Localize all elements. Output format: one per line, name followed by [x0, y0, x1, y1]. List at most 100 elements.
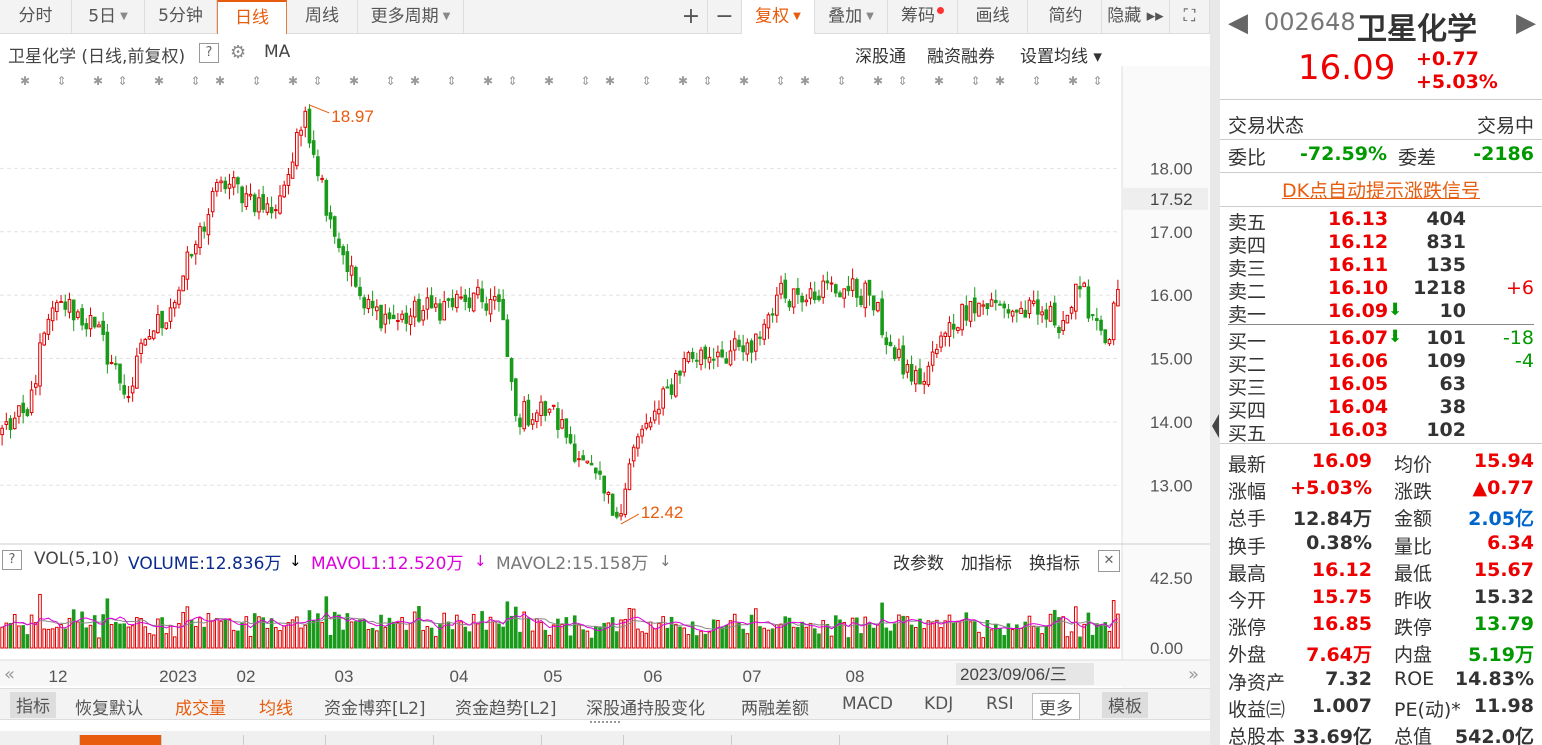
candle-body: [84, 323, 89, 330]
volume-bar: [1002, 635, 1007, 649]
chips-button[interactable]: 筹码: [888, 0, 958, 34]
period-tab-5[interactable]: 更多周期 ▼: [358, 0, 464, 34]
order-book-row[interactable]: 卖五 16.13 404: [1228, 208, 1534, 234]
draw-line-button[interactable]: 画线: [958, 0, 1028, 34]
order-book-row[interactable]: 买三 16.05 63: [1228, 373, 1534, 399]
resize-grip[interactable]: [590, 721, 620, 729]
volume-bar: [147, 633, 152, 649]
candle-body: [341, 246, 345, 256]
candle-body: [682, 358, 687, 373]
gear-icon[interactable]: ⚙: [230, 42, 246, 63]
indicator-tab-4[interactable]: 资金博弈[L2]: [324, 694, 426, 719]
indicator-tab-3[interactable]: 均线: [259, 694, 293, 719]
candle-body: [753, 333, 758, 352]
candle-body: [509, 358, 514, 383]
shenguotong-link[interactable]: 深股通: [855, 42, 906, 67]
order-book-row[interactable]: 买二 16.06 109 -4: [1228, 350, 1534, 376]
dk-signal-link[interactable]: DK点自动提示涨跌信号: [1220, 176, 1542, 203]
volume-help-icon[interactable]: ?: [2, 550, 22, 570]
order-book-row[interactable]: 买五 16.03 102: [1228, 419, 1534, 445]
indicator-tab-9[interactable]: KDJ: [924, 694, 953, 714]
info-tab[interactable]: [434, 735, 542, 745]
indicator-tab-1[interactable]: 恢复默认: [75, 694, 143, 719]
order-book-row[interactable]: 卖三 16.11 135: [1228, 254, 1534, 280]
period-tab-1[interactable]: 5日 ▼: [72, 0, 145, 34]
stat-label: 均价: [1394, 454, 1433, 476]
order-book-row[interactable]: 买四 16.04 38: [1228, 396, 1534, 422]
indicator-tab-0[interactable]: 指标: [10, 692, 56, 718]
stat-value: 1.007: [1311, 694, 1372, 717]
collapse-arrow-icon[interactable]: [1212, 414, 1219, 438]
indicator-tab-11[interactable]: 更多: [1032, 693, 1080, 720]
info-tab[interactable]: [162, 735, 244, 745]
hide-button[interactable]: 隐藏 ▸▸: [1102, 0, 1170, 34]
indicator-ma-label[interactable]: MA: [264, 42, 290, 62]
zoom-in-button[interactable]: +: [675, 0, 708, 34]
overlay-dropdown[interactable]: 叠加 ▼: [815, 0, 888, 34]
info-tab-active[interactable]: [80, 735, 162, 745]
candle-body: [779, 282, 783, 295]
add-indicator-button[interactable]: 加指标: [961, 549, 1012, 574]
candle-body: [459, 296, 463, 299]
prev-stock-icon[interactable]: ◀: [1228, 8, 1248, 38]
volume-bar: [497, 623, 501, 649]
indicator-tab-7[interactable]: 两融差额: [741, 694, 809, 719]
kline-chart[interactable]: 18.00 17.00 16.00 15.00 14.00 13.00 17.52 ✱ ⇕ ✱ ⇕ ✱…: [0, 66, 1210, 688]
margin-trading-link[interactable]: 融资融券: [927, 42, 995, 67]
candle-body: [1111, 302, 1116, 341]
info-tab[interactable]: [840, 735, 948, 745]
period-tab-2[interactable]: 5分钟: [145, 0, 217, 34]
indicator-tab-6[interactable]: 深股通持股变化: [586, 694, 705, 719]
close-icon[interactable]: ✕: [1098, 550, 1120, 572]
x-tick-label: 2023: [159, 667, 197, 686]
info-tab[interactable]: [732, 735, 840, 745]
volume-bar: [295, 616, 299, 649]
order-book-row[interactable]: 买一 16.07 ⬇ 101 -18: [1228, 327, 1534, 353]
order-book-row[interactable]: 卖四 16.12 831: [1228, 231, 1534, 257]
candle-body: [829, 282, 834, 285]
info-tab[interactable]: [244, 735, 326, 745]
order-book-row[interactable]: 卖一 16.09 ⬇ 10: [1228, 300, 1534, 326]
candle-body: [758, 336, 762, 339]
volume-bar: [396, 621, 400, 649]
help-icon[interactable]: ?: [199, 43, 219, 63]
change-params-button[interactable]: 改参数: [893, 549, 944, 574]
candle-body: [12, 417, 17, 430]
info-tab[interactable]: [0, 735, 80, 745]
volume-bar: [433, 636, 438, 649]
indicator-tab-12[interactable]: 模板: [1102, 692, 1148, 718]
candle-body: [947, 322, 952, 337]
candle-body: [80, 308, 84, 326]
simple-mode-button[interactable]: 简约: [1030, 0, 1102, 34]
order-book-row[interactable]: 卖二 16.10 1218 +6: [1228, 277, 1534, 303]
indicator-tab-2[interactable]: 成交量: [175, 694, 226, 719]
candle-body: [290, 161, 295, 179]
period-tab-4[interactable]: 周线: [287, 0, 358, 34]
fullscreen-icon[interactable]: ⛶: [1170, 0, 1210, 34]
period-tab-0[interactable]: 分时: [0, 0, 72, 34]
volume-bar: [623, 618, 628, 649]
switch-indicator-button[interactable]: 换指标: [1029, 549, 1080, 574]
zoom-out-button[interactable]: −: [708, 0, 742, 34]
info-tab[interactable]: [326, 735, 434, 745]
x-tick-label: 02: [237, 667, 256, 686]
info-tab[interactable]: [624, 735, 732, 745]
candle-body: [1069, 307, 1074, 314]
event-marker-icon: ⇕: [508, 74, 518, 88]
indicator-tab-5[interactable]: 资金趋势[L2]: [455, 694, 557, 719]
candle-body: [88, 314, 93, 330]
info-tab[interactable]: [542, 735, 624, 745]
indicator-tab-10[interactable]: RSI: [986, 694, 1014, 714]
indicator-tab-8[interactable]: MACD: [842, 694, 893, 714]
volume-bar: [446, 621, 451, 649]
next-stock-icon[interactable]: ▶: [1516, 8, 1536, 38]
period-tab-3[interactable]: 日线: [217, 0, 287, 34]
adjust-dropdown[interactable]: 复权 ▼: [742, 0, 815, 34]
candle-body: [143, 339, 148, 346]
set-ma-dropdown[interactable]: 设置均线 ▾: [1020, 42, 1102, 67]
stat-value: 15.94: [1473, 450, 1534, 472]
indicator-tabs: 指标 恢复默认 成交量 均线 资金博弈[L2] 资金趋势[L2] 深股通持股变化 两融差额 MA…: [0, 688, 1210, 720]
panel-splitter[interactable]: [1210, 0, 1220, 745]
volume-bar: [1078, 636, 1082, 649]
stat-label: 内盘: [1394, 644, 1433, 667]
